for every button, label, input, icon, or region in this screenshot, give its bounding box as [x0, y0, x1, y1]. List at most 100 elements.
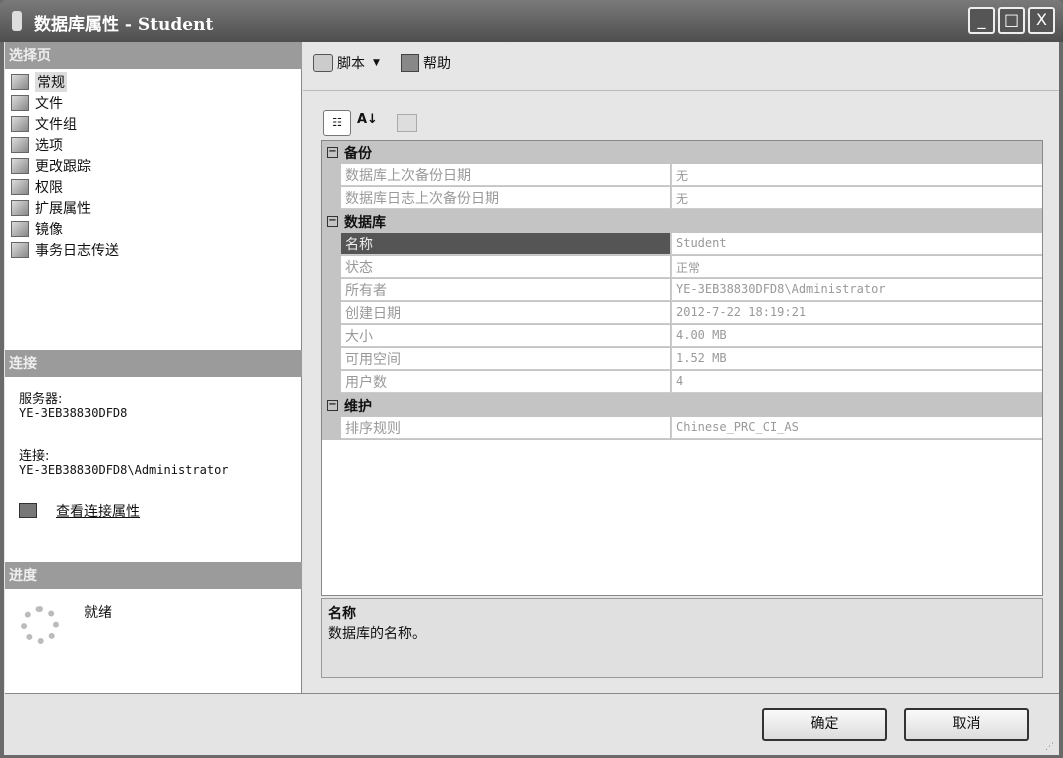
left-panel: 选择页 常规 文件 文件组 选项 更改跟踪 权限 扩展属性 镜像 事务日志传送 连接 服务器: … — [5, 42, 302, 693]
property-row[interactable]: 名称 Student — [322, 233, 1042, 256]
property-value[interactable]: 正常 — [671, 256, 1042, 278]
progress-spinner-icon — [21, 606, 59, 644]
server-label: 服务器: — [19, 392, 63, 407]
property-row[interactable]: 排序规则 Chinese_PRC_CI_AS — [322, 417, 1042, 440]
cancel-button[interactable]: 取消 — [904, 708, 1029, 741]
maximize-button[interactable]: □ — [998, 7, 1025, 34]
page-item[interactable]: 常规 — [11, 71, 67, 92]
page-icon — [11, 199, 29, 216]
database-icon — [12, 11, 22, 31]
property-row[interactable]: 状态 正常 — [322, 256, 1042, 279]
view-connection-properties-link[interactable]: 查看连接属性 — [56, 501, 140, 521]
property-name: 状态 — [341, 256, 670, 278]
toolbar-divider — [303, 90, 1059, 91]
script-button[interactable]: 脚本 ▼ — [313, 53, 380, 73]
page-label: 扩展属性 — [35, 200, 91, 217]
page-icon — [11, 73, 29, 90]
category-row[interactable]: − 备份 — [322, 141, 1042, 164]
page-icon — [11, 178, 29, 195]
page-label: 文件 — [35, 95, 63, 112]
property-name: 创建日期 — [341, 302, 670, 324]
property-pages-button[interactable] — [397, 114, 417, 132]
page-item[interactable]: 文件 — [11, 92, 63, 113]
property-row[interactable]: 大小 4.00 MB — [322, 325, 1042, 348]
page-item[interactable]: 扩展属性 — [11, 197, 91, 218]
property-value[interactable]: 2012-7-22 18:19:21 — [671, 302, 1042, 324]
page-label: 镜像 — [35, 221, 63, 238]
window-title: 数据库属性 - Student — [34, 15, 214, 35]
page-icon — [11, 94, 29, 111]
collapse-icon[interactable]: − — [327, 216, 338, 227]
chevron-down-icon[interactable]: ▼ — [373, 58, 380, 68]
collapse-icon[interactable]: − — [327, 400, 338, 411]
property-value[interactable]: 4.00 MB — [671, 325, 1042, 347]
property-name: 排序规则 — [341, 417, 670, 439]
progress-status: 就绪 — [84, 605, 112, 621]
category-label: 数据库 — [344, 214, 386, 231]
property-value[interactable]: 无 — [671, 164, 1042, 186]
property-name: 所有者 — [341, 279, 670, 301]
property-row[interactable]: 创建日期 2012-7-22 18:19:21 — [322, 302, 1042, 325]
property-name: 可用空间 — [341, 348, 670, 370]
connection-properties-icon — [19, 503, 37, 518]
property-value[interactable]: 4 — [671, 371, 1042, 393]
property-value[interactable]: YE-3EB38830DFD8\Administrator — [671, 279, 1042, 301]
page-icon — [11, 157, 29, 174]
page-item[interactable]: 事务日志传送 — [11, 239, 119, 260]
property-row[interactable]: 所有者 YE-3EB38830DFD8\Administrator — [322, 279, 1042, 302]
property-value[interactable]: Chinese_PRC_CI_AS — [671, 417, 1042, 439]
progress-header: 进度 — [5, 562, 302, 589]
minimize-button[interactable]: _ — [968, 7, 995, 34]
page-item[interactable]: 权限 — [11, 176, 63, 197]
page-item[interactable]: 选项 — [11, 134, 63, 155]
help-icon — [401, 54, 419, 72]
page-item[interactable]: 更改跟踪 — [11, 155, 91, 176]
connection-value: YE-3EB38830DFD8\Administrator — [19, 463, 229, 477]
script-label: 脚本 — [337, 56, 365, 72]
page-label: 选项 — [35, 137, 63, 154]
category-row[interactable]: − 数据库 — [322, 210, 1042, 233]
description-text: 数据库的名称。 — [328, 626, 426, 642]
property-value[interactable]: 无 — [671, 187, 1042, 209]
category-row[interactable]: − 维护 — [322, 394, 1042, 417]
page-label: 权限 — [35, 179, 63, 196]
page-label: 常规 — [35, 71, 67, 92]
connection-header: 连接 — [5, 350, 302, 377]
property-value[interactable]: 1.52 MB — [671, 348, 1042, 370]
property-name: 名称 — [341, 233, 670, 255]
page-icon — [11, 115, 29, 132]
property-row[interactable]: 用户数 4 — [322, 371, 1042, 394]
description-pane: 名称 数据库的名称。 — [321, 598, 1043, 678]
script-icon — [313, 54, 333, 72]
page-icon — [11, 241, 29, 258]
help-label: 帮助 — [423, 56, 451, 72]
connection-label: 连接: — [19, 449, 50, 464]
close-button[interactable]: X — [1028, 7, 1055, 34]
property-name: 数据库上次备份日期 — [341, 164, 670, 186]
categorized-view-button[interactable]: ☷ — [323, 110, 351, 136]
property-name: 用户数 — [341, 371, 670, 393]
property-name: 数据库日志上次备份日期 — [341, 187, 670, 209]
page-item[interactable]: 镜像 — [11, 218, 63, 239]
property-grid: − 备份 数据库上次备份日期无数据库日志上次备份日期无 − 数据库 名称 Student 状态… — [321, 140, 1043, 596]
property-row[interactable]: 数据库上次备份日期无 — [322, 164, 1042, 187]
help-button[interactable]: 帮助 — [401, 53, 451, 73]
server-value: YE-3EB38830DFD8 — [19, 406, 128, 420]
page-label: 文件组 — [35, 116, 77, 133]
page-icon — [11, 220, 29, 237]
property-name: 大小 — [341, 325, 670, 347]
description-title: 名称 — [328, 606, 356, 622]
title-bar: 数据库属性 - Student _ □ X — [0, 0, 1063, 42]
property-row[interactable]: 可用空间 1.52 MB — [322, 348, 1042, 371]
page-icon — [11, 136, 29, 153]
page-label: 事务日志传送 — [35, 242, 119, 259]
page-label: 更改跟踪 — [35, 158, 91, 175]
property-row[interactable]: 数据库日志上次备份日期无 — [322, 187, 1042, 210]
resize-grip-icon[interactable]: ⋰ — [1045, 742, 1054, 752]
ok-button[interactable]: 确定 — [762, 708, 887, 741]
button-bar — [5, 693, 1059, 755]
alphabetical-sort-button[interactable]: A↓ — [357, 112, 378, 127]
collapse-icon[interactable]: − — [327, 147, 338, 158]
property-value[interactable]: Student — [671, 233, 1042, 255]
page-item[interactable]: 文件组 — [11, 113, 77, 134]
